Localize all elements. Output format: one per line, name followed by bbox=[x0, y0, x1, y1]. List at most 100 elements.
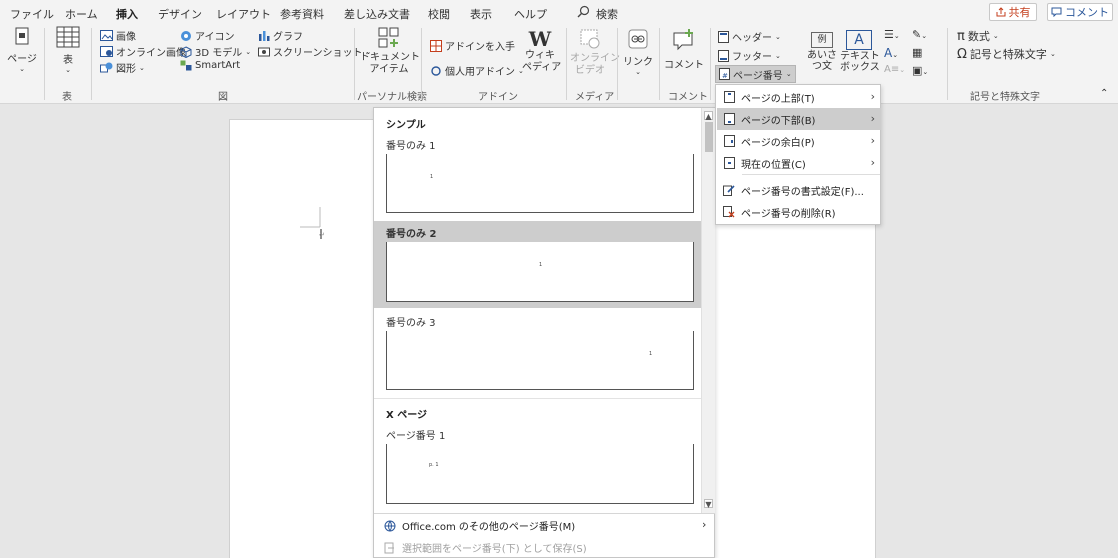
page-icon bbox=[15, 27, 29, 45]
page-number-gallery: シンプル 番号のみ 1 1 番号のみ 2 1 番号のみ 3 1 X ページ ペー… bbox=[373, 107, 715, 558]
tab-view[interactable]: 表示 bbox=[470, 6, 492, 22]
tab-insert[interactable]: 挿入 bbox=[116, 6, 138, 26]
object-button[interactable]: ▣⌄ bbox=[912, 64, 928, 77]
scroll-down-arrow[interactable]: ▼ bbox=[704, 499, 713, 509]
page-number-button[interactable]: # ページ番号 ⌄ bbox=[715, 65, 796, 83]
smartart-label: SmartArt bbox=[195, 60, 241, 71]
wikipedia-button[interactable]: W ウィキ ペディア bbox=[522, 28, 561, 74]
new-comment-icon bbox=[673, 29, 693, 51]
more-page-numbers-link[interactable]: Office.com のその他のページ番号(M) bbox=[384, 518, 575, 533]
menu-item-current-position[interactable]: 現在の位置(C) › bbox=[717, 152, 881, 174]
gallery-item-plain-number-1[interactable]: 1 bbox=[386, 154, 694, 213]
separator bbox=[421, 28, 422, 100]
margin-corner-mark: ↵ bbox=[300, 207, 324, 239]
globe-icon bbox=[384, 520, 396, 531]
header-label: ヘッダー bbox=[732, 33, 772, 44]
gallery-item-plain-number-3[interactable]: 1 bbox=[386, 331, 694, 390]
scroll-up-arrow[interactable]: ▲ bbox=[704, 111, 713, 121]
menu-item-bottom-of-page[interactable]: ページの下部(B) › bbox=[717, 108, 881, 130]
scrollbar-thumb[interactable] bbox=[705, 122, 713, 152]
page-button[interactable]: ページ ⌄ bbox=[6, 27, 38, 73]
gallery-section-x-page: X ページ bbox=[386, 410, 427, 421]
footer-button[interactable]: フッター ⌄ bbox=[718, 48, 781, 63]
new-comment-button[interactable]: コメント bbox=[664, 27, 704, 71]
tab-file[interactable]: ファイル bbox=[10, 6, 54, 22]
search-icon[interactable] bbox=[577, 5, 590, 18]
smartart-icon bbox=[180, 60, 192, 71]
tab-mailings[interactable]: 差し込み文書 bbox=[344, 6, 410, 22]
picture-button[interactable]: 画像 bbox=[100, 28, 136, 43]
video-icon bbox=[580, 29, 600, 49]
table-button[interactable]: 表 ⌄ bbox=[52, 26, 84, 74]
search-label[interactable]: 検索 bbox=[596, 6, 618, 22]
group-media-label: メディア bbox=[575, 92, 615, 103]
chart-button[interactable]: グラフ bbox=[258, 28, 303, 43]
menu-item-label: ページ番号の書式設定(F)... bbox=[741, 186, 864, 198]
equation-label: 数式 bbox=[967, 30, 990, 43]
share-label: 共有 bbox=[1008, 6, 1031, 19]
link-button[interactable]: リンク ⌄ bbox=[622, 28, 654, 76]
drop-cap-button[interactable]: A≡⌄ bbox=[884, 64, 905, 75]
greeting-button[interactable]: 例 あいさ つ文 bbox=[806, 32, 838, 72]
separator bbox=[566, 28, 567, 100]
thumb-page-number: 1 bbox=[430, 174, 434, 180]
my-addins-button[interactable]: 個人用アドイン ⌄ bbox=[430, 63, 524, 78]
date-time-button[interactable]: ▦ bbox=[912, 46, 922, 59]
tab-review[interactable]: 校閲 bbox=[428, 6, 450, 22]
menu-item-top-of-page[interactable]: ページの上部(T) › bbox=[717, 86, 881, 108]
collapse-ribbon-icon[interactable]: ⌃ bbox=[1100, 88, 1108, 99]
svg-text:↵: ↵ bbox=[319, 231, 324, 239]
menu-item-remove-page-numbers[interactable]: ページ番号の削除(R) bbox=[717, 201, 881, 223]
tab-layout[interactable]: レイアウト bbox=[216, 6, 271, 22]
get-addins-button[interactable]: アドインを入手 bbox=[430, 38, 515, 53]
comments-button[interactable]: コメント bbox=[1047, 3, 1113, 21]
online-picture-icon bbox=[100, 46, 113, 57]
group-addins-label: アドイン bbox=[478, 92, 518, 103]
tab-design[interactable]: デザイン bbox=[158, 6, 202, 22]
submenu-arrow-icon: › bbox=[870, 112, 875, 125]
gallery-scrollbar[interactable]: ▲ ▼ bbox=[701, 108, 715, 513]
shapes-button[interactable]: 図形 ⌄ bbox=[100, 60, 145, 75]
greeting-icon: 例 bbox=[811, 32, 833, 48]
tab-home[interactable]: ホーム bbox=[65, 6, 98, 22]
gallery-item-label: ページ番号 1 bbox=[386, 431, 446, 442]
comments-label: コメント bbox=[1065, 6, 1109, 19]
quick-parts-button[interactable]: ☰⌄ bbox=[884, 28, 900, 41]
3d-models-button[interactable]: 3D モデル ⌄ bbox=[180, 44, 251, 59]
icons-icon bbox=[181, 30, 191, 41]
separator bbox=[617, 28, 618, 100]
footer-label: フッター bbox=[732, 52, 772, 63]
header-button[interactable]: ヘッダー ⌄ bbox=[718, 29, 781, 44]
online-picture-button[interactable]: オンライン画像 bbox=[100, 44, 186, 59]
document-item-button[interactable]: ドキュメント アイテム bbox=[360, 27, 420, 76]
share-button[interactable]: 共有 bbox=[989, 3, 1037, 21]
symbol-button[interactable]: Ω 記号と特殊文字 ⌄ bbox=[957, 46, 1056, 62]
format-page-numbers-icon bbox=[723, 185, 735, 196]
submenu-arrow-icon: › bbox=[870, 156, 875, 169]
tab-help[interactable]: ヘルプ bbox=[514, 6, 547, 22]
chart-label: グラフ bbox=[273, 32, 303, 43]
menu-separator bbox=[742, 174, 880, 175]
gallery-section-simple: シンプル bbox=[386, 120, 426, 131]
group-symbols-label: 記号と特殊文字 bbox=[970, 92, 1040, 103]
icons-button[interactable]: アイコン bbox=[180, 28, 235, 43]
bottom-of-page-icon bbox=[723, 113, 735, 125]
online-video-button[interactable]: オンライン ビデオ bbox=[570, 28, 620, 77]
tab-references[interactable]: 参考資料 bbox=[280, 6, 324, 22]
wordart-button[interactable]: A⌄ bbox=[884, 46, 898, 60]
menu-item-format-page-numbers[interactable]: ページ番号の書式設定(F)... bbox=[717, 179, 881, 201]
equation-button[interactable]: π 数式 ⌄ bbox=[957, 28, 999, 44]
footer-icon bbox=[718, 49, 729, 62]
text-box-button[interactable]: A テキスト ボックス bbox=[840, 30, 880, 73]
gallery-item-plain-number-2[interactable]: 1 bbox=[386, 242, 694, 302]
save-selection-item[interactable]: 選択範囲をページ番号(下) として保存(S) bbox=[384, 540, 587, 555]
group-illustrations-label: 図 bbox=[218, 92, 228, 103]
text-box-label-2: ボックス bbox=[840, 62, 880, 73]
picture-label: 画像 bbox=[116, 32, 136, 43]
gallery-item-page-number-1[interactable]: p. 1 bbox=[386, 444, 694, 504]
text-box-label-1: テキスト bbox=[840, 51, 880, 62]
smartart-button[interactable]: SmartArt bbox=[180, 60, 240, 71]
gallery-item-label: 番号のみ 1 bbox=[386, 141, 436, 152]
menu-item-page-margins[interactable]: ページの余白(P) › bbox=[717, 130, 881, 152]
signature-line-button[interactable]: ✎⌄ bbox=[912, 28, 927, 41]
